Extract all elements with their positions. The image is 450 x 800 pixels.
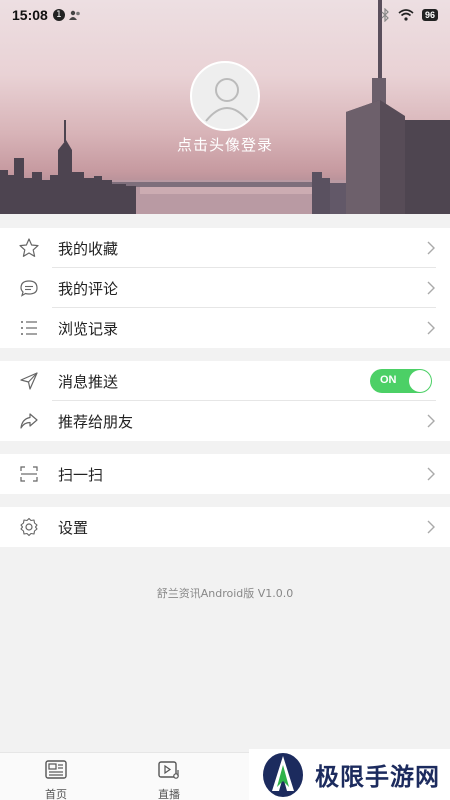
avatar[interactable] <box>190 61 260 131</box>
toggle-state-label: ON <box>380 374 397 386</box>
share-icon <box>20 413 38 429</box>
menu-item-favorites[interactable]: 我的收藏 <box>0 228 450 268</box>
tab-live[interactable]: 直播 <box>129 753 209 800</box>
menu-label: 浏览记录 <box>58 319 119 338</box>
menu-item-push: 消息推送 ON <box>0 361 450 401</box>
menu-item-scan[interactable]: 扫一扫 <box>0 454 450 494</box>
watermark-text: 极限手游网 <box>315 763 440 791</box>
star-icon <box>19 238 39 257</box>
menu-item-settings[interactable]: 设置 <box>0 507 450 547</box>
bluetooth-icon <box>381 8 389 22</box>
menu-label: 我的收藏 <box>58 239 119 258</box>
menu-label: 我的评论 <box>58 279 119 298</box>
menu-section-social: 消息推送 ON 推荐给朋友 <box>0 361 450 441</box>
menu-item-comments[interactable]: 我的评论 <box>0 268 450 308</box>
menu-section-scan: 扫一扫 <box>0 454 450 494</box>
tab-label: 首页 <box>45 788 67 800</box>
menu-label: 推荐给朋友 <box>58 412 134 431</box>
chevron-right-icon <box>427 520 435 534</box>
scan-icon <box>20 466 38 482</box>
tab-label: 直播 <box>158 788 180 800</box>
chevron-right-icon <box>427 321 435 335</box>
menu-item-history[interactable]: 浏览记录 <box>0 308 450 348</box>
battery-indicator: 96 <box>421 9 438 21</box>
chevron-right-icon <box>427 467 435 481</box>
toggle-knob <box>409 370 431 392</box>
gear-icon <box>20 517 38 537</box>
profile-header: 15:08 1 96 点击头像登录 <box>0 0 450 214</box>
menu-section-settings: 设置 <box>0 507 450 547</box>
menu-label: 设置 <box>58 518 89 537</box>
chevron-right-icon <box>427 414 435 428</box>
menu-label: 扫一扫 <box>58 465 104 484</box>
comment-icon <box>20 280 38 297</box>
notification-badge: 1 <box>52 9 65 21</box>
users-icon <box>68 10 80 20</box>
menu-item-recommend[interactable]: 推荐给朋友 <box>0 401 450 441</box>
watermark: 极限手游网 <box>249 749 450 800</box>
send-icon <box>20 372 38 390</box>
status-time: 15:08 <box>12 7 48 23</box>
push-toggle[interactable]: ON <box>370 369 432 393</box>
status-bar: 15:08 1 96 <box>0 0 450 30</box>
menu-section-personal: 我的收藏 我的评论 浏览记录 <box>0 228 450 348</box>
wifi-icon <box>398 9 414 21</box>
tab-home[interactable]: 首页 <box>16 753 96 800</box>
list-icon <box>21 321 37 335</box>
menu-label: 消息推送 <box>58 372 119 391</box>
watermark-logo-icon <box>263 752 303 797</box>
app-version: 舒兰资讯Android版 V1.0.0 <box>156 587 294 600</box>
video-icon <box>158 761 179 779</box>
news-icon <box>45 760 67 779</box>
chevron-right-icon <box>427 281 435 295</box>
chevron-right-icon <box>427 241 435 255</box>
login-prompt[interactable]: 点击头像登录 <box>0 134 450 155</box>
